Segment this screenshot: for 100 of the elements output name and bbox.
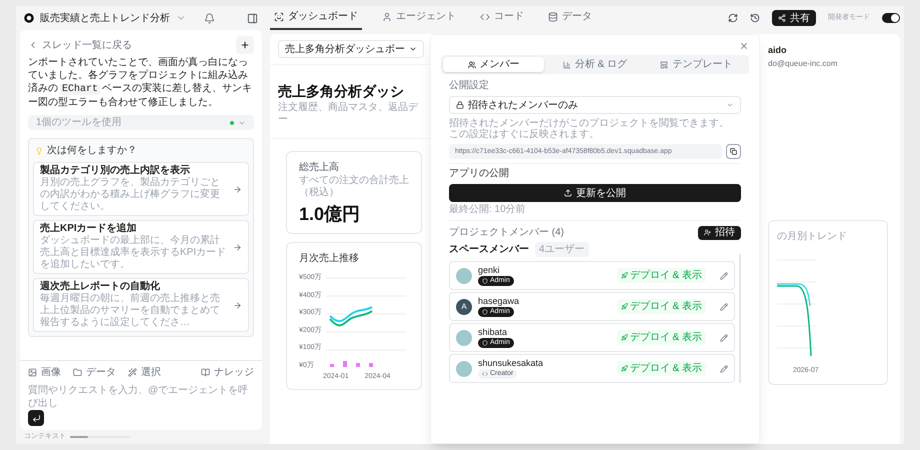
chevron-icon <box>726 101 734 109</box>
refresh-icon[interactable] <box>728 13 738 23</box>
user-count: 4ユーザー <box>535 242 589 257</box>
arrow-icon <box>233 242 242 252</box>
space-members-label: スペースメンバー <box>449 243 529 257</box>
suggestion-card[interactable]: 週次売上レポートの自動化 毎週月曜日の朝に、前週の売上推移と売上上位製品のサマリーを自動でまとめて報告するように設定してくださ… <box>33 278 249 332</box>
suggestion-description: 月別の売上グラフを、製品カテゴリごとの内訳がわかる積み上げ棒グラフに変更してください。 <box>40 177 221 213</box>
permission-tag[interactable]: デプロイ & 表示 <box>616 361 706 376</box>
rocket-icon <box>620 272 628 279</box>
bell-icon[interactable] <box>204 12 215 24</box>
suggestion-title: 週次売上レポートの自動化 <box>40 281 161 292</box>
sidebar-toggle-icon[interactable] <box>247 12 258 24</box>
chevron-icon <box>409 45 417 53</box>
member-name: hasegawa <box>478 296 520 307</box>
toolbar-button[interactable]: データ <box>73 365 116 380</box>
chart-title: 月次売上推移 <box>299 252 360 266</box>
history-icon[interactable] <box>750 13 760 23</box>
upload-icon <box>564 189 572 197</box>
avatar-photo-placeholder <box>456 360 472 376</box>
publish-title: アプリの公開 <box>449 168 510 180</box>
code-icon <box>482 371 488 377</box>
shield-icon <box>482 340 488 346</box>
tab[interactable]: コード <box>476 9 528 30</box>
dashboard-subtitle: 注文履歴、商品マスタ、返品デー <box>278 102 420 126</box>
publish-button[interactable]: 更新を公開 <box>449 184 741 202</box>
image-icon <box>28 368 37 377</box>
database-icon <box>548 12 558 22</box>
visibility-label: 公開設定 <box>449 80 490 92</box>
copy-button[interactable] <box>726 144 741 159</box>
suggestion-description: ダッシュボードの最上部に、今月の累計売上高と目標達成率を表示するKPIカードを追加したいです。 <box>40 235 228 271</box>
code-icon <box>480 12 490 22</box>
person-icon <box>382 12 392 22</box>
members-title: プロジェクトメンバー (4) <box>449 226 564 240</box>
kpi-value: 1.0億円 <box>299 203 362 225</box>
kpi-caption: すべての注文の合計売上（税込） <box>299 175 409 199</box>
tab[interactable]: ダッシュボード <box>270 9 362 30</box>
dev-mode-toggle[interactable] <box>882 13 900 23</box>
trend-title: の月別トレンド <box>777 230 848 244</box>
folder-icon <box>73 368 82 377</box>
suggestion-card[interactable]: 製品カテゴリ別の売上内訳を表示 月別の売上グラフを、製品カテゴリごとの内訳がわかる積み上げ棒グラフに変更してください。 <box>33 162 249 216</box>
wand-icon <box>128 368 137 377</box>
tab[interactable]: データ <box>544 9 596 30</box>
rocket-icon <box>620 303 628 310</box>
member-name: shunsukesakata <box>478 358 544 369</box>
permission-tag[interactable]: デプロイ & 表示 <box>616 299 706 314</box>
rocket-icon <box>620 365 628 372</box>
shield-icon <box>482 309 488 315</box>
book-icon <box>201 368 210 377</box>
permission-tag[interactable]: デプロイ & 表示 <box>616 268 706 283</box>
help-text: 招待されたメンバーだけがこのプロジェクトを閲覧できます。 <box>449 118 730 129</box>
dialog-tab[interactable]: 分析 & ログ <box>544 57 646 72</box>
suggestion-card[interactable]: 売上KPIカードを追加 ダッシュボードの最上部に、今月の累計売上高と目標達成率を表示するKPIカードを追加したいです。 <box>33 220 249 274</box>
plus-icon <box>240 40 250 50</box>
visibility-select[interactable]: 招待されたメンバーのみ <box>449 96 741 114</box>
back-link[interactable]: スレッド一覧に戻る <box>28 38 132 52</box>
toolbar-button[interactable]: 画像 <box>28 365 61 380</box>
suggestion-title: 売上KPIカードを追加 <box>40 223 138 234</box>
kpi-label: 総売上高 <box>299 160 339 175</box>
user-name: aido <box>768 44 788 57</box>
lightbulb-icon <box>35 146 43 154</box>
tab[interactable]: エージェント <box>378 9 460 30</box>
rocket-icon <box>620 334 628 341</box>
arrow-icon <box>233 184 242 194</box>
shield-icon <box>482 278 488 284</box>
arrow-icon <box>233 300 242 310</box>
share-icon <box>778 14 786 22</box>
suggestion-description: 毎週月曜日の朝に、前週の売上推移と売上上位製品のサマリーを自動でまとめて報告するように設定してくださ… <box>40 293 221 329</box>
project-title[interactable]: 販売実績と売上トレンド分析 <box>40 10 170 26</box>
dialog-tab[interactable]: テンプレート <box>646 57 747 72</box>
scan-icon <box>274 12 284 22</box>
message-input[interactable]: 質問やリクエストを入力、@でエージェントを呼び出し <box>28 384 254 410</box>
avatar: A <box>456 298 472 314</box>
add-user-icon <box>704 229 711 236</box>
toolbar-button[interactable]: 選択 <box>128 365 161 380</box>
edit-icon[interactable] <box>720 272 728 280</box>
bar-chart-icon <box>562 60 571 68</box>
knowledge-button[interactable]: ナレッジ <box>201 365 254 380</box>
lock-icon <box>456 101 464 109</box>
user-email: do@queue-inc.com <box>768 58 838 70</box>
dialog-tab[interactable]: メンバー <box>443 57 544 72</box>
avatar-photo-placeholder <box>456 330 472 346</box>
invite-button[interactable]: 招待 <box>698 226 741 240</box>
assistant-message: ンポートされていたことで、画面が真っ白になっていました。各グラフをプロジェクトに組み込み済みの EChart ベースの実装に差し替え、サンキー図の型エラーも合わせて修正しました。 <box>28 56 254 109</box>
send-button[interactable] <box>28 410 44 426</box>
logo-icon <box>24 13 34 23</box>
enter-icon <box>32 414 40 422</box>
help-text: この設定はすぐに反映されます。 <box>449 129 600 140</box>
close-icon[interactable] <box>739 41 749 51</box>
copy-icon <box>730 148 737 155</box>
new-thread-button[interactable] <box>236 36 254 54</box>
edit-icon[interactable] <box>720 302 728 310</box>
last-published: 最終公開: 10分前 <box>449 204 527 216</box>
permission-tag[interactable]: デプロイ & 表示 <box>616 330 706 345</box>
tool-usage-label: 1個のツールを使用 <box>36 116 122 130</box>
suggestions-title: 次は何をしますか？ <box>47 144 137 158</box>
edit-icon[interactable] <box>720 364 728 372</box>
edit-icon[interactable] <box>720 334 728 342</box>
dashboard-selector[interactable]: 売上多角分析ダッシュボー <box>278 40 424 58</box>
avatar-photo-placeholder <box>456 268 472 284</box>
share-button[interactable]: 共有 <box>772 10 816 26</box>
